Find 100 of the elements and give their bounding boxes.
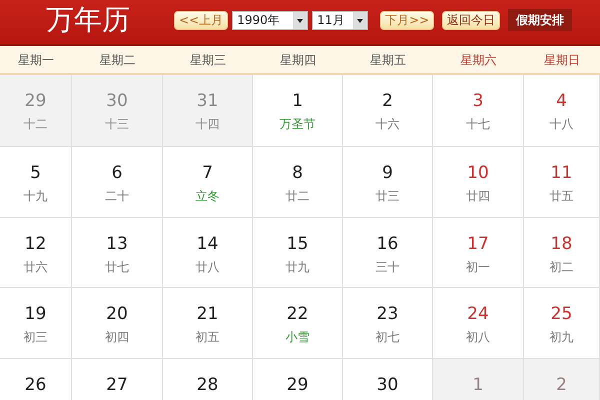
- lunar-date: 廿七: [105, 259, 129, 276]
- day-number: 29: [24, 91, 46, 111]
- lunar-date: 二十: [105, 188, 129, 205]
- previous-month-button[interactable]: <<上月: [174, 10, 228, 30]
- day-number: 25: [550, 304, 572, 324]
- day-cell[interactable]: 8 廿二: [253, 147, 343, 218]
- next-month-button[interactable]: 下月>>: [380, 10, 434, 30]
- day-cell[interactable]: 3 十七: [433, 75, 524, 147]
- day-number: 15: [286, 234, 308, 254]
- lunar-date: 初二: [550, 259, 574, 276]
- day-number: 5: [30, 163, 41, 183]
- day-number: 27: [106, 375, 128, 395]
- lunar-date: 初九: [550, 329, 574, 346]
- lunar-date: 初七: [376, 329, 400, 346]
- day-number: 1: [292, 91, 303, 111]
- day-cell[interactable]: 5 十九: [0, 147, 72, 218]
- day-cell[interactable]: 4 十八: [524, 75, 600, 147]
- lunar-date: 廿九: [286, 259, 310, 276]
- lunar-date: 廿二: [286, 188, 310, 205]
- day-cell[interactable]: 18 初二: [524, 218, 600, 288]
- day-cell[interactable]: 14 廿八: [163, 218, 253, 288]
- day-cell[interactable]: 9 廿三: [343, 147, 433, 218]
- lunar-date: 十三: [105, 116, 129, 133]
- festival-label: 立冬: [196, 188, 220, 205]
- day-cell[interactable]: 13 廿七: [72, 218, 163, 288]
- day-number: 29: [286, 375, 308, 395]
- day-cell[interactable]: 2 十六: [343, 75, 433, 147]
- day-number: 8: [292, 163, 303, 183]
- holiday-schedule-button[interactable]: 假期安排: [508, 9, 572, 31]
- weekday-header: 星期五: [369, 52, 407, 68]
- lunar-date: 廿五: [550, 188, 574, 205]
- day-number: 21: [196, 304, 218, 324]
- day-number: 7: [202, 163, 213, 183]
- lunar-date: 廿六: [24, 259, 48, 276]
- day-cell[interactable]: 6 二十: [72, 147, 163, 218]
- day-number: 30: [106, 91, 128, 111]
- day-cell[interactable]: 15 廿九: [253, 218, 343, 288]
- lunar-date: 十四: [196, 116, 220, 133]
- day-cell[interactable]: 24 初八: [433, 288, 524, 359]
- day-cell[interactable]: 1 万圣节: [253, 75, 343, 147]
- day-number: 30: [376, 375, 398, 395]
- lunar-date: 初三: [24, 329, 48, 346]
- day-number: 1: [472, 375, 484, 395]
- day-number: 23: [376, 304, 398, 324]
- lunar-date: 十八: [550, 116, 574, 133]
- day-cell[interactable]: 17 初一: [433, 218, 524, 288]
- day-number: 2: [556, 375, 567, 395]
- month-select[interactable]: 11月: [312, 10, 368, 30]
- lunar-date: 初八: [466, 329, 490, 346]
- day-number: 3: [472, 91, 484, 111]
- day-number: 10: [467, 163, 489, 183]
- weekday-header: 星期六: [460, 52, 498, 68]
- lunar-date: 十九: [24, 188, 48, 205]
- festival-label: 万圣节: [280, 116, 316, 133]
- month-value: 11月: [316, 12, 346, 29]
- day-cell[interactable]: 25 初九: [524, 288, 600, 359]
- day-cell[interactable]: 16 三十: [343, 218, 433, 288]
- day-cell[interactable]: 12 廿六: [0, 218, 72, 288]
- day-number: 31: [196, 91, 218, 111]
- day-number: 17: [467, 234, 489, 254]
- day-cell[interactable]: 19 初三: [0, 288, 72, 359]
- weekday-header: 星期一: [17, 52, 55, 68]
- day-number: 6: [112, 163, 122, 183]
- weekday-header: 星期三: [189, 52, 227, 68]
- day-cell[interactable]: 10 廿四: [433, 147, 524, 218]
- lunar-date: 初一: [466, 259, 490, 276]
- lunar-date: 廿三: [376, 188, 400, 205]
- lunar-date: 十六: [376, 116, 400, 133]
- day-number: 19: [24, 304, 46, 324]
- lunar-date: 十七: [466, 116, 490, 133]
- day-cell[interactable]: 23 初七: [343, 288, 433, 359]
- day-number: 12: [24, 234, 46, 254]
- day-cell[interactable]: 22 小雪: [253, 288, 343, 359]
- weekday-header: 星期日: [543, 52, 581, 68]
- logo-title: 万年历: [46, 5, 131, 37]
- day-cell[interactable]: 7 立冬: [163, 147, 253, 218]
- lunar-date: 初四: [105, 329, 129, 346]
- day-number: 4: [556, 91, 567, 111]
- lunar-date: 廿八: [196, 259, 220, 276]
- day-cell[interactable]: 21 初五: [163, 288, 253, 359]
- day-number: 20: [106, 304, 128, 324]
- day-number: 24: [467, 304, 489, 324]
- day-number: 11: [550, 163, 572, 183]
- weekday-header: 星期四: [279, 52, 317, 68]
- day-number: 26: [24, 375, 46, 395]
- day-cell[interactable]: 20 初四: [72, 288, 163, 359]
- lunar-date: 廿四: [466, 188, 490, 205]
- year-select[interactable]: 1990年: [232, 10, 308, 30]
- day-number: 9: [382, 163, 393, 183]
- day-cell[interactable]: 11 廿五: [524, 147, 600, 218]
- day-number: 14: [196, 234, 218, 254]
- weekday-header: 星期二: [98, 52, 136, 68]
- day-number: 16: [376, 234, 398, 254]
- day-number: 13: [106, 234, 128, 254]
- day-number: 28: [196, 375, 218, 395]
- lunar-date: 初五: [196, 329, 220, 346]
- day-number: 2: [382, 91, 393, 111]
- day-number: 18: [550, 234, 572, 254]
- today-button[interactable]: 返回今日: [442, 10, 500, 30]
- lunar-date: 三十: [376, 259, 400, 276]
